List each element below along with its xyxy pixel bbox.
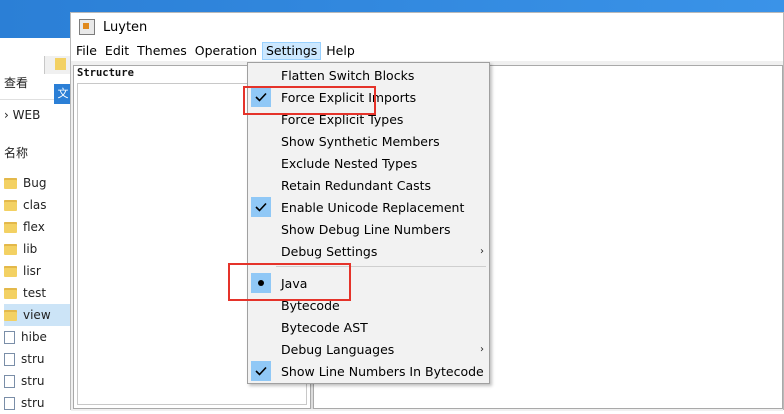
menu-edit[interactable]: Edit (102, 42, 132, 60)
settings-menu-item-flatten-switch-blocks[interactable]: Flatten Switch Blocks (248, 64, 489, 86)
window-titlebar: Luyten (71, 13, 783, 41)
settings-menu-item-label: Bytecode AST (281, 319, 368, 335)
explorer-file-row[interactable]: view (4, 304, 72, 326)
explorer-path: WEB (12, 108, 41, 122)
settings-menu-item-bytecode-ast[interactable]: Bytecode AST (248, 316, 489, 338)
settings-menu-item-show-synthetic-members[interactable]: Show Synthetic Members (248, 130, 489, 152)
settings-menu-item-label: Debug Languages (281, 341, 395, 357)
explorer-file-name: lib (23, 242, 38, 256)
luyten-app-icon (79, 19, 95, 35)
folder-icon (4, 221, 17, 233)
settings-menu-item-label: Enable Unicode Replacement (281, 199, 465, 215)
settings-menu-item-label: Flatten Switch Blocks (281, 67, 415, 83)
settings-menu-item-label: Retain Redundant Casts (281, 177, 432, 193)
folder-icon (4, 265, 17, 277)
explorer-window-back (44, 56, 73, 74)
explorer-file-name: hibe (21, 330, 47, 344)
file-icon (4, 330, 15, 344)
explorer-file-row[interactable]: lisr (4, 260, 72, 282)
folder-icon (55, 58, 66, 70)
settings-menu-item-debug-languages[interactable]: Debug Languages › (248, 338, 489, 360)
settings-menu-item-label: Debug Settings (281, 243, 378, 259)
menu-help[interactable]: Help (323, 42, 358, 60)
explorer-file-row[interactable]: stru (4, 392, 72, 414)
explorer-file-row[interactable]: stru (4, 348, 72, 370)
explorer-file-name: stru (21, 352, 45, 366)
explorer-file-row[interactable]: Bug (4, 172, 72, 194)
submenu-arrow-icon: › (480, 245, 484, 257)
file-icon (4, 396, 15, 410)
explorer-file-name: lisr (23, 264, 41, 278)
menu-settings[interactable]: Settings (262, 42, 322, 60)
settings-menu-item-debug-settings[interactable]: Debug Settings › (248, 240, 489, 262)
explorer-file-row[interactable]: clas (4, 194, 72, 216)
checkmark-icon (251, 361, 271, 381)
explorer-file-name: Bug (23, 176, 47, 190)
menu-operation[interactable]: Operation (192, 42, 260, 60)
submenu-arrow-icon: › (480, 343, 484, 355)
settings-menu-item-label: Show Debug Line Numbers (281, 221, 451, 237)
settings-menu-item-show-debug-line-numbers[interactable]: Show Debug Line Numbers (248, 218, 489, 240)
structure-label: Structure (77, 67, 134, 79)
highlight-box-java (228, 263, 351, 301)
menu-file[interactable]: File (73, 42, 100, 60)
file-icon (4, 352, 15, 366)
settings-menu-item-label: Show Synthetic Members (281, 133, 440, 149)
explorer-file-row[interactable]: test (4, 282, 72, 304)
explorer-file-name: flex (23, 220, 45, 234)
settings-menu-item-retain-redundant-casts[interactable]: Retain Redundant Casts (248, 174, 489, 196)
explorer-file-row[interactable]: flex (4, 216, 72, 238)
explorer-view-tab[interactable]: 查看 (4, 74, 28, 91)
explorer-file-row[interactable]: lib (4, 238, 72, 260)
highlight-box-force-explicit-imports (243, 86, 376, 115)
folder-icon (4, 309, 17, 321)
explorer-file-name: test (23, 286, 47, 300)
checkmark-icon (251, 197, 271, 217)
folder-icon (4, 199, 17, 211)
settings-menu-item-enable-unicode-replacement[interactable]: Enable Unicode Replacement (248, 196, 489, 218)
explorer-file-row[interactable]: hibe (4, 326, 72, 348)
folder-icon (4, 287, 17, 299)
settings-menu-item-label: Show Line Numbers In Bytecode (281, 363, 484, 379)
settings-menu-item-label: Exclude Nested Types (281, 155, 418, 171)
settings-menu-item-exclude-nested-types[interactable]: Exclude Nested Types (248, 152, 489, 174)
menubar: File Edit Themes Operation Settings Help (71, 41, 783, 61)
explorer-file-name: view (23, 308, 51, 322)
folder-icon (4, 177, 17, 189)
explorer-file-name: stru (21, 374, 45, 388)
file-icon (4, 374, 15, 388)
explorer-file-name: clas (23, 198, 47, 212)
explorer-file-row[interactable]: stru (4, 370, 72, 392)
explorer-name-header[interactable]: 名称 (4, 144, 28, 161)
folder-icon (4, 243, 17, 255)
window-title: Luyten (103, 19, 148, 35)
explorer-file-name: stru (21, 396, 45, 410)
menu-themes[interactable]: Themes (134, 42, 190, 60)
settings-menu-item-show-line-numbers-in-bytecode[interactable]: Show Line Numbers In Bytecode (248, 360, 489, 382)
explorer-address-bar[interactable]: › WEB (4, 108, 40, 122)
